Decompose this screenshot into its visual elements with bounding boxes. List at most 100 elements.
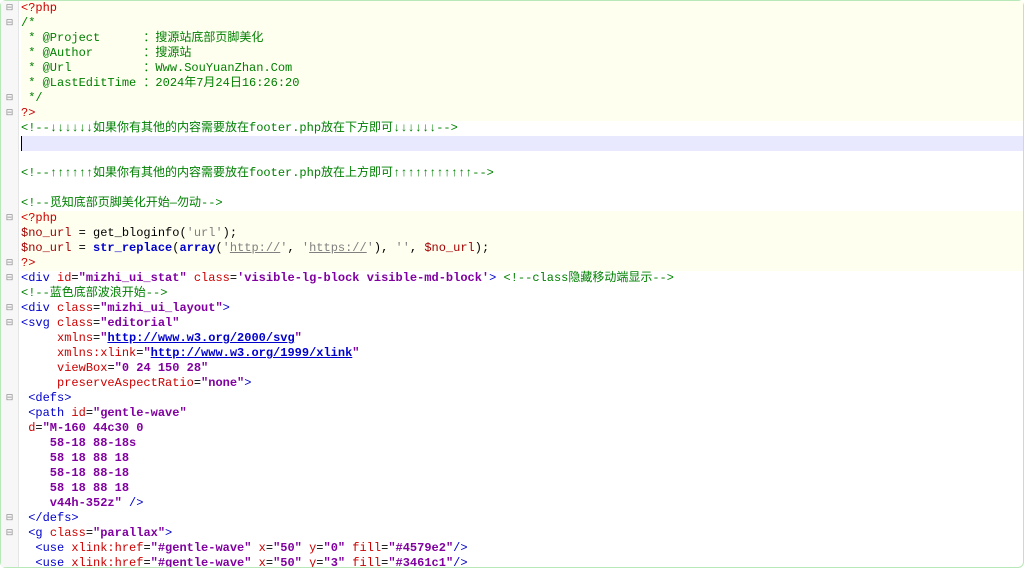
token: id <box>57 271 71 285</box>
code-line[interactable]: <use xlink:href="#gentle-wave" x="50" y=… <box>21 556 1023 567</box>
code-line[interactable]: 58 18 88 18 <box>21 451 1023 466</box>
code-line[interactable]: * @LastEditTime ：2024年7月24日16:26:20 <box>21 76 1023 91</box>
code-line[interactable]: 58-18 88-18s <box>21 436 1023 451</box>
token: use <box>43 541 72 555</box>
fold-marker[interactable]: ⊟ <box>1 106 18 121</box>
code-line[interactable]: * @Project ：搜源站底部页脚美化 <box>21 31 1023 46</box>
code-line[interactable]: * @Author ：搜源站 <box>21 46 1023 61</box>
token: id <box>71 406 85 420</box>
token: class <box>187 271 230 285</box>
code-line[interactable]: </defs> <box>21 511 1023 526</box>
token: "none" <box>201 376 244 390</box>
token: defs <box>35 391 64 405</box>
code-line[interactable]: preserveAspectRatio="none"> <box>21 376 1023 391</box>
code-line[interactable] <box>21 136 1023 151</box>
code-line[interactable] <box>21 151 1023 166</box>
fold-marker <box>1 376 18 391</box>
token: > <box>64 391 71 405</box>
code-line[interactable]: 58 18 88 18 <box>21 481 1023 496</box>
code-line[interactable]: $no_url = get_bloginfo('url'); <box>21 226 1023 241</box>
code-line[interactable]: <defs> <box>21 391 1023 406</box>
token <box>21 556 35 567</box>
code-area[interactable]: <?php/* * @Project ：搜源站底部页脚美化 * @Author … <box>19 1 1023 567</box>
fold-marker[interactable]: ⊟ <box>1 91 18 106</box>
token: xlink:href <box>71 556 143 567</box>
token <box>21 541 35 555</box>
fold-marker[interactable]: ⊟ <box>1 526 18 541</box>
fold-marker[interactable]: ⊟ <box>1 16 18 31</box>
token: use <box>43 556 72 567</box>
code-line[interactable]: */ <box>21 91 1023 106</box>
fold-marker[interactable]: ⊟ <box>1 316 18 331</box>
token: 58 18 88 18 <box>21 481 129 495</box>
code-line[interactable]: ?> <box>21 256 1023 271</box>
token: /> <box>453 556 467 567</box>
token: * @Url ：Www.SouYuanZhan.Com <box>21 61 292 75</box>
code-line[interactable]: viewBox="0 24 150 28" <box>21 361 1023 376</box>
code-line[interactable]: $no_url = str_replace(array('http://', '… <box>21 241 1023 256</box>
code-editor[interactable]: ⊟⊟⊟⊟⊟⊟⊟⊟⊟⊟⊟⊟ <?php/* * @Project ：搜源站底部页脚… <box>0 0 1024 568</box>
token: $no_url <box>21 241 79 255</box>
token: 'visible-lg-block visible-md-block' <box>237 271 489 285</box>
code-line[interactable]: ?> <box>21 106 1023 121</box>
token: ' <box>367 241 374 255</box>
fold-marker[interactable]: ⊟ <box>1 301 18 316</box>
fold-marker <box>1 151 18 166</box>
fold-marker[interactable]: ⊟ <box>1 271 18 286</box>
token: viewBox <box>57 361 107 375</box>
token: preserveAspectRatio <box>57 376 194 390</box>
code-line[interactable] <box>21 181 1023 196</box>
token: "50" <box>273 556 302 567</box>
fold-marker <box>1 61 18 76</box>
token: 58-18 88-18 <box>21 466 129 480</box>
code-line[interactable]: xmlns:xlink="http://www.w3.org/1999/xlin… <box>21 346 1023 361</box>
fold-marker[interactable]: ⊟ <box>1 1 18 16</box>
fold-marker[interactable]: ⊟ <box>1 391 18 406</box>
token: get_bloginfo <box>93 226 179 240</box>
code-line[interactable]: <!--觅知底部页脚美化开始—勿动--> <box>21 196 1023 211</box>
code-line[interactable]: <!--蓝色底部波浪开始--> <box>21 286 1023 301</box>
token: */ <box>21 91 43 105</box>
fold-marker[interactable]: ⊟ <box>1 511 18 526</box>
token: " <box>295 331 302 345</box>
token: > <box>244 376 251 390</box>
token: class <box>57 301 93 315</box>
fold-marker <box>1 76 18 91</box>
token: * @Author ：搜源站 <box>21 46 191 60</box>
token: ); <box>223 226 237 240</box>
token: ' <box>223 241 230 255</box>
code-line[interactable]: d="M-160 44c30 0 <box>21 421 1023 436</box>
code-line[interactable]: <g class="parallax"> <box>21 526 1023 541</box>
code-line[interactable]: <div id="mizhi_ui_stat" class='visible-l… <box>21 271 1023 286</box>
token: <?php <box>21 1 57 15</box>
token: , <box>287 241 301 255</box>
code-line[interactable]: * @Url ：Www.SouYuanZhan.Com <box>21 61 1023 76</box>
code-line[interactable]: <?php <box>21 211 1023 226</box>
fold-marker <box>1 481 18 496</box>
token: http:// <box>230 241 280 255</box>
fold-marker[interactable]: ⊟ <box>1 211 18 226</box>
code-line[interactable]: xmlns="http://www.w3.org/2000/svg" <box>21 331 1023 346</box>
code-line[interactable]: v44h-352z" /> <box>21 496 1023 511</box>
token: = <box>35 421 42 435</box>
token: /> <box>453 541 467 555</box>
fold-marker[interactable]: ⊟ <box>1 256 18 271</box>
token: = <box>79 226 93 240</box>
code-line[interactable]: <path id="gentle-wave" <box>21 406 1023 421</box>
code-line[interactable]: <div class="mizhi_ui_layout"> <box>21 301 1023 316</box>
code-line[interactable]: /* <box>21 16 1023 31</box>
code-line[interactable]: <?php <box>21 1 1023 16</box>
code-line[interactable]: 58-18 88-18 <box>21 466 1023 481</box>
code-line[interactable]: <svg class="editorial" <box>21 316 1023 331</box>
token: g <box>35 526 49 540</box>
code-line[interactable]: <!--↓↓↓↓↓↓如果你有其他的内容需要放在footer.php放在下方即可↓… <box>21 121 1023 136</box>
token: = <box>107 361 114 375</box>
code-line[interactable]: <use xlink:href="#gentle-wave" x="50" y=… <box>21 541 1023 556</box>
fold-marker <box>1 196 18 211</box>
token: "#gentle-wave" <box>151 556 252 567</box>
code-line[interactable]: <!--↑↑↑↑↑↑如果你有其他的内容需要放在footer.php放在上方即可↑… <box>21 166 1023 181</box>
token: "#3461c1" <box>388 556 453 567</box>
token: xmlns <box>57 331 93 345</box>
token: x <box>251 556 265 567</box>
fold-marker <box>1 166 18 181</box>
